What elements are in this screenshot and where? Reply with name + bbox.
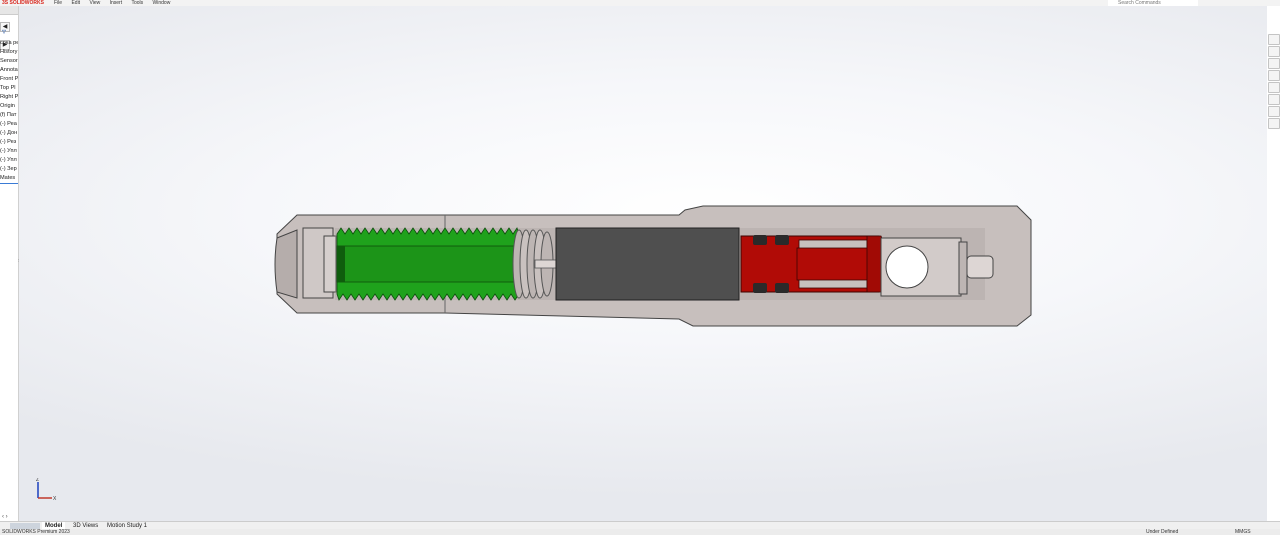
section-view-model[interactable] [19, 6, 1267, 523]
plunger-tip [966, 255, 994, 279]
solidworks-resources-icon[interactable] [1268, 34, 1280, 45]
reference-triad: Z X [34, 477, 58, 502]
end-cap-step [323, 235, 337, 293]
seal-ring [775, 235, 789, 245]
seal-ring [753, 283, 767, 293]
feature-manager-panel: ◀▶ ▿ срка ре History Sensors Annota Fron… [0, 6, 19, 523]
plunger-collar [958, 241, 968, 295]
tree-item-component[interactable]: (-) Рез [0, 138, 18, 147]
tree-item-top-plane[interactable]: Top Pl [0, 84, 18, 93]
tree-item-component[interactable]: (-) Упл [0, 147, 18, 156]
triad-z-label: Z [36, 478, 39, 483]
tree-item-sensors[interactable]: Sensors [0, 57, 18, 66]
status-product: SOLIDWORKS Premium 2023 [2, 529, 70, 535]
tree-item-component[interactable]: (-) Упл [0, 156, 18, 165]
screw-inner-shadow [337, 246, 345, 282]
tree-item-component[interactable]: (-) Зер [0, 165, 18, 174]
tree-item-mates[interactable]: Mates [0, 174, 18, 184]
solidworks-forum-icon[interactable] [1268, 118, 1280, 129]
panel-nav: ◀▶ [0, 15, 18, 50]
home-icon[interactable] [1268, 46, 1280, 57]
end-cap [274, 229, 298, 299]
tree-item-history[interactable]: History [0, 48, 18, 57]
tree-item[interactable]: срка ре [0, 39, 18, 48]
custom-properties-icon[interactable] [1268, 106, 1280, 117]
triad-x-label: X [53, 496, 57, 502]
tree-item-component[interactable]: (-) Реа [0, 120, 18, 129]
tree-item-component[interactable]: (-) Дон [0, 129, 18, 138]
panel-scroll-arrows[interactable]: ‹ › [2, 514, 8, 520]
tree-item-component[interactable]: (f) Пат [0, 111, 18, 120]
view-palette-icon[interactable] [1268, 82, 1280, 93]
status-units[interactable]: MMGS [1235, 529, 1251, 535]
feature-tree: срка ре History Sensors Annota Front P T… [0, 39, 18, 184]
seal-ring [753, 235, 767, 245]
cross-hole [885, 245, 929, 289]
graphics-area[interactable] [19, 6, 1267, 523]
panel-tabs[interactable] [0, 6, 18, 15]
tree-item-front-plane[interactable]: Front P [0, 75, 18, 84]
file-explorer-icon[interactable] [1268, 70, 1280, 81]
screw-core [336, 245, 516, 283]
status-definition: Under Defined [1146, 529, 1179, 535]
filter-icon[interactable]: ▿ [2, 27, 6, 36]
dark-core-cylinder [555, 227, 740, 301]
tree-item-annotations[interactable]: Annota [0, 66, 18, 75]
design-library-icon[interactable] [1268, 58, 1280, 69]
appearances-icon[interactable] [1268, 94, 1280, 105]
seal-ring [775, 283, 789, 293]
status-bar: SOLIDWORKS Premium 2023 Under Defined MM… [0, 529, 1280, 535]
tree-item-origin[interactable]: Origin [0, 102, 18, 111]
task-pane-tabs [1267, 33, 1280, 130]
piston-neck [796, 247, 870, 281]
tree-item-right-plane[interactable]: Right P [0, 93, 18, 102]
